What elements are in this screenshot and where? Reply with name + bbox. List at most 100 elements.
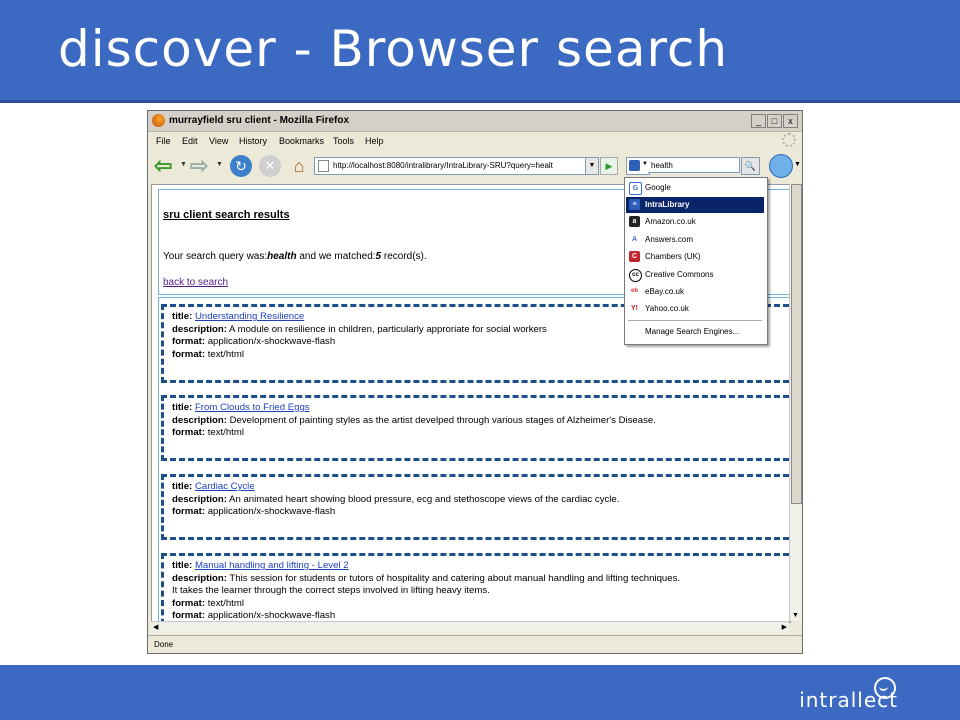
menu-file[interactable]: File [156,136,171,146]
format-label: format: [172,336,206,347]
maximize-button[interactable]: □ [767,114,782,128]
window-controls: _ □ x [751,114,798,128]
browser-window: murrayfield sru client - Mozilla Firefox… [147,110,803,654]
engine-label: IntraLibrary [645,200,690,209]
engine-label: Google [645,183,671,192]
description-text: A module on resilience in children, part… [229,323,547,335]
title-label: title: [172,560,193,571]
query-term: health [267,251,297,262]
menu-bookmarks[interactable]: Bookmarks [279,136,324,146]
horizontal-scrollbar[interactable]: ◀ ▶ [151,621,789,634]
vertical-scrollbar[interactable]: ▼ [789,184,802,621]
engine-item-intralibrary[interactable]: ≡ IntraLibrary [626,197,764,213]
search-icon[interactable]: 🔍 [741,157,760,175]
record-title-line: title: From Clouds to Fried Eggs [172,402,789,415]
engine-item-creative-commons[interactable]: cc Creative Commons [626,267,764,283]
menu-help[interactable]: Help [365,136,384,146]
engine-item-chambers[interactable]: C Chambers (UK) [626,249,764,265]
back-to-search-link[interactable]: back to search [163,277,228,288]
format-text: text/html [207,427,244,438]
window-title: murrayfield sru client - Mozilla Firefox [169,115,350,126]
forward-arrow-icon[interactable]: ⇨ [190,155,212,177]
search-engine-selector[interactable]: ▼ [626,157,650,175]
engine-item-google[interactable]: G Google [626,180,764,196]
format-label: format: [172,597,206,609]
engine-label: Amazon.co.uk [645,217,696,226]
record-title-link[interactable]: Understanding Resilience [195,311,304,322]
manage-search-engines[interactable]: Manage Search Engines... [626,324,764,340]
query-mid: and we matched: [296,251,376,262]
query-suffix: record(s). [381,251,427,262]
engine-item-ebay[interactable]: eb eBay.co.uk [626,284,764,300]
record-format: format: text/html [172,349,789,362]
window-titlebar[interactable]: murrayfield sru client - Mozilla Firefox… [148,111,802,132]
go-button[interactable]: ▶ [600,157,618,175]
engine-label: Yahoo.co.uk [645,304,689,313]
google-icon: G [629,182,642,195]
menu-bar: File Edit View History Bookmarks Tools H… [148,132,802,150]
manage-label: Manage Search Engines... [645,327,740,336]
description-label: description: [172,323,227,335]
engine-label: Creative Commons [645,270,714,279]
forward-dropdown-icon[interactable]: ▼ [216,161,223,168]
url-field[interactable]: http://localhost:8080/intralibrary/Intra… [314,157,586,175]
record-title-line: title: Cardiac Cycle [172,481,789,494]
home-icon[interactable]: ⌂ [288,155,310,177]
slide-footer: intrallect [0,665,960,720]
creative-commons-icon: cc [629,269,642,282]
title-label: title: [172,481,193,492]
engine-label: Answers.com [645,235,694,244]
format-label: format: [172,427,206,438]
chambers-icon: C [629,251,640,262]
back-dropdown-icon[interactable]: ▼ [180,161,187,168]
record-title-link[interactable]: Manual handling and lifting - Level 2 [195,560,349,571]
engine-item-amazon[interactable]: a Amazon.co.uk [626,214,764,230]
record-description: description: Development of painting sty… [172,415,789,428]
scroll-left-icon[interactable]: ◀ [153,623,158,631]
result-record: title: From Clouds to Fried Eggs descrip… [161,395,789,461]
close-button[interactable]: x [783,114,798,128]
ebay-icon: eb [630,288,638,294]
description-text: Development of painting styles as the ar… [229,414,656,426]
stop-icon[interactable]: ✕ [259,155,281,177]
reload-icon[interactable]: ↻ [230,155,252,177]
record-title-line: title: Manual handling and lifting - Lev… [172,560,789,573]
throbber-icon [782,133,796,147]
record-format: format: text/html [172,598,789,611]
firefox-icon [152,114,165,127]
description-text: An animated heart showing blood pressure… [229,493,620,505]
menu-view[interactable]: View [209,136,228,146]
engine-item-answers[interactable]: A Answers.com [626,232,764,248]
format-label: format: [172,506,206,517]
description-label: description: [172,493,227,505]
record-title-link[interactable]: From Clouds to Fried Eggs [195,402,310,413]
engine-item-yahoo[interactable]: Y! Yahoo.co.uk [626,301,764,317]
format-label: format: [172,348,206,360]
scroll-right-icon[interactable]: ▶ [782,623,787,631]
format-label: format: [172,610,206,621]
extension-dropdown-icon[interactable]: ▼ [794,161,801,168]
back-arrow-icon[interactable]: ⇦ [154,155,176,177]
url-text: http://localhost:8080/intralibrary/Intra… [333,161,553,170]
menu-edit[interactable]: Edit [182,136,198,146]
format-text: application/x-shockwave-flash [207,610,336,621]
query-prefix: Your search query was: [163,251,268,262]
scroll-down-icon[interactable]: ▼ [792,612,799,619]
format-text: application/x-shockwave-flash [207,336,336,347]
description-label: description: [172,414,227,426]
minimize-button[interactable]: _ [751,114,766,128]
description-text: This session for students or tutors of h… [229,572,681,584]
record-title-link[interactable]: Cardiac Cycle [195,481,255,492]
intralibrary-icon [629,160,640,171]
menu-history[interactable]: History [239,136,267,146]
search-engine-menu: G Google ≡ IntraLibrary a Amazon.co.uk A… [624,177,768,345]
extension-icon[interactable] [769,154,793,178]
page-icon [318,159,329,172]
url-dropdown-icon[interactable]: ▼ [585,157,599,175]
status-bar: Done [148,635,802,653]
scrollbar-thumb[interactable] [791,184,802,504]
menu-tools[interactable]: Tools [333,136,354,146]
record-description: description: This session for students o… [172,573,789,586]
engine-label: eBay.co.uk [645,287,684,296]
search-input[interactable]: health [648,157,740,173]
